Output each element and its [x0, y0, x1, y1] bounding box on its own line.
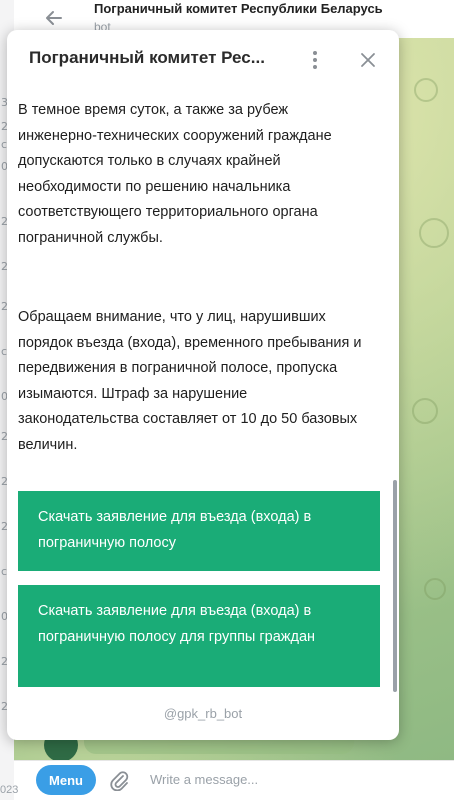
download-application-button[interactable]: Скачать заявление для въезда (входа) в п…	[18, 491, 380, 571]
doodle-pattern	[412, 398, 438, 424]
bot-username: @gpk_rb_bot	[163, 706, 243, 721]
download-group-application-button[interactable]: Скачать заявление для въезда (входа) в п…	[18, 585, 380, 687]
back-arrow-icon[interactable]	[44, 8, 64, 28]
doodle-pattern	[419, 218, 449, 248]
info-paragraph: В темное время суток, а также за рубеж и…	[18, 102, 332, 246]
doodle-pattern	[414, 78, 438, 102]
chat-list-year: 023	[0, 784, 19, 796]
message-composer: Menu Write a message...	[14, 760, 454, 801]
doodle-pattern	[424, 578, 446, 600]
message-input[interactable]: Write a message...	[150, 772, 258, 787]
popup-content[interactable]: В темное время суток, а также за рубеж и…	[7, 96, 399, 691]
close-icon[interactable]	[359, 51, 377, 69]
chat-title[interactable]: Пограничный комитет Республики Беларусь	[94, 1, 383, 16]
attach-paperclip-icon[interactable]	[108, 769, 130, 791]
more-options-icon[interactable]	[307, 48, 323, 72]
info-paragraph: Обращаем внимание, что у лиц, нарушивших…	[18, 309, 362, 453]
popup-title: Пограничный комитет Рес...	[29, 48, 265, 67]
menu-button[interactable]: Menu	[36, 765, 96, 795]
bot-info-popup: Пограничный комитет Рес... В темное врем…	[7, 30, 399, 740]
scrollbar-thumb[interactable]	[393, 480, 397, 692]
